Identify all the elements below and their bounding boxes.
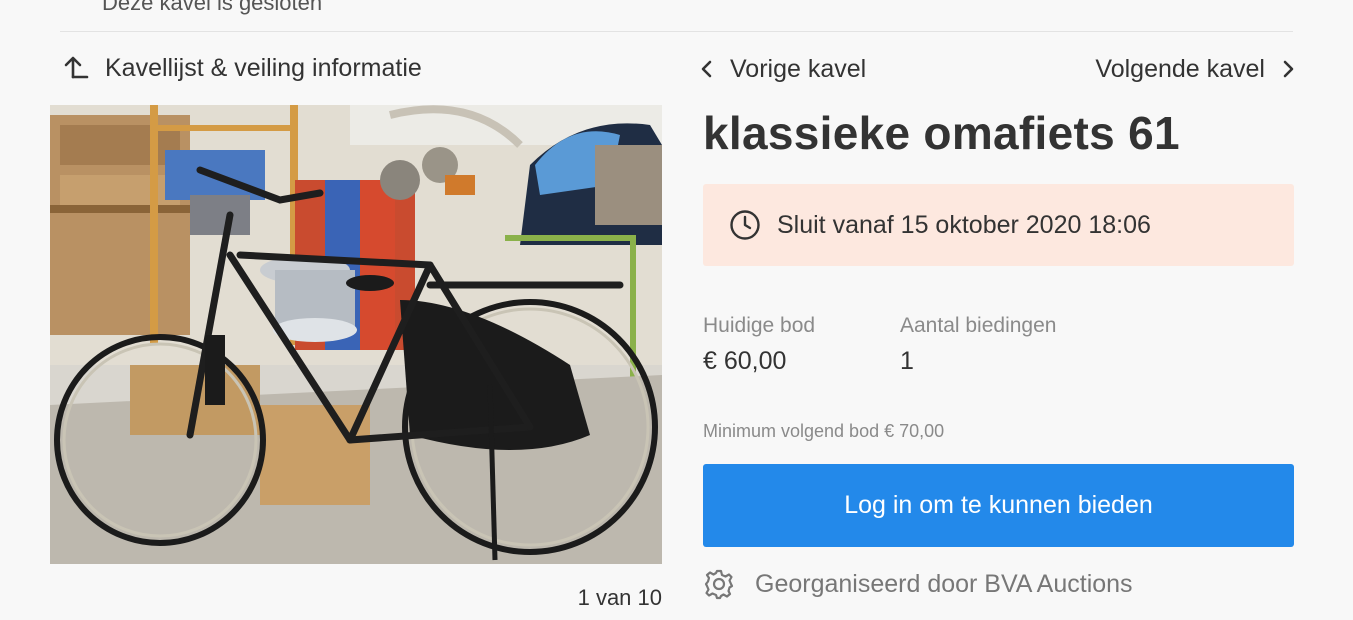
corner-up-left-icon: [64, 56, 89, 79]
current-bid-label: Huidige bod: [703, 314, 816, 337]
lot-page: Deze kavel is gesloten Kavellijst & veil…: [0, 0, 1353, 620]
bicycle-photo: [50, 105, 662, 564]
login-to-bid-button[interactable]: Log in om te kunnen bieden: [703, 464, 1294, 547]
divider: [60, 31, 1293, 32]
gear-icon: [704, 569, 734, 600]
cut-off-header-text: Deze kavel is gesloten: [102, 0, 323, 15]
previous-lot-label: Vorige kavel: [730, 54, 867, 83]
current-bid-value: € 60,00: [703, 347, 787, 375]
chevron-left-icon: [701, 60, 712, 78]
previous-lot-link[interactable]: Vorige kavel: [700, 52, 866, 86]
bid-count-label: Aantal biedingen: [900, 314, 1057, 337]
lot-title: klassieke omafiets 61: [703, 107, 1180, 159]
closing-time-text: Sluit vanaf 15 oktober 2020 18:06: [777, 210, 1151, 239]
next-lot-label: Volgende kavel: [1095, 54, 1265, 83]
back-to-lot-list-link[interactable]: Kavellijst & veiling informatie: [60, 50, 422, 86]
minimum-next-bid: Minimum volgend bod € 70,00: [703, 421, 945, 441]
chevron-right-icon: [1283, 60, 1294, 78]
clock-icon: [730, 210, 760, 240]
closing-time-banner: Sluit vanaf 15 oktober 2020 18:06: [703, 184, 1294, 266]
image-counter: 1 van 10: [577, 585, 662, 610]
organizer-text: Georganiseerd door BVA Auctions: [755, 569, 1133, 598]
bid-count-value: 1: [900, 347, 914, 375]
next-lot-link[interactable]: Volgende kavel: [1095, 52, 1295, 86]
organizer-info: Georganiseerd door BVA Auctions: [703, 566, 1133, 602]
lot-image-gallery[interactable]: [50, 105, 662, 564]
back-link-label: Kavellijst & veiling informatie: [105, 53, 422, 82]
